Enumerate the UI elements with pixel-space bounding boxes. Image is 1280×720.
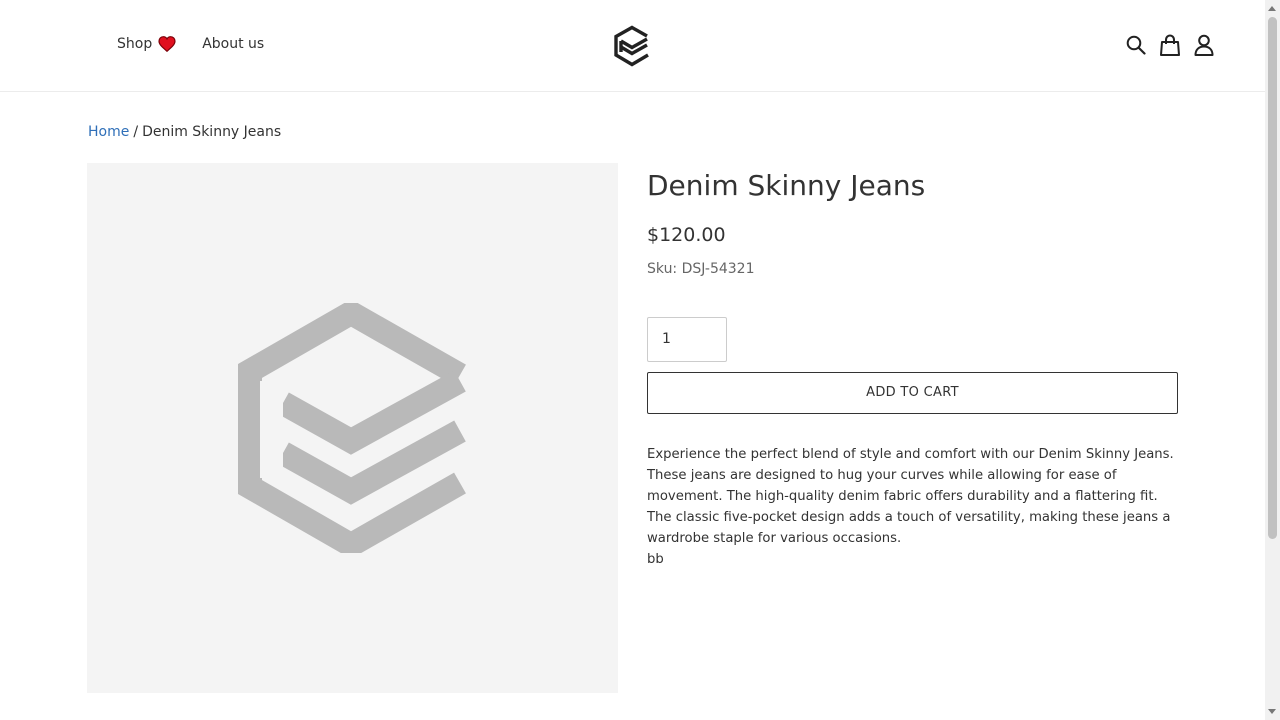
site-header: Shop About us — [0, 0, 1265, 92]
nav-about-link[interactable]: About us — [202, 36, 264, 52]
scrollbar-thumb[interactable] — [1268, 17, 1277, 539]
breadcrumb-separator: / — [133, 124, 139, 140]
header-actions — [1113, 33, 1215, 57]
product-price: $120.00 — [647, 223, 726, 246]
user-icon[interactable] — [1193, 33, 1215, 57]
nav-shop-link[interactable]: Shop — [117, 36, 176, 52]
heart-icon — [158, 36, 176, 52]
nav-shop-label: Shop — [117, 36, 153, 52]
placeholder-logo-icon — [238, 303, 466, 553]
nav-about-label: About us — [202, 36, 265, 52]
quantity-input[interactable] — [647, 316, 727, 362]
product-info: Denim Skinny Jeans $120.00 Sku: DSJ-5432… — [647, 163, 1178, 570]
breadcrumb: Home / Denim Skinny Jeans — [88, 124, 281, 140]
scroll-down-arrow-icon[interactable] — [1268, 709, 1276, 714]
product-description-extra: bb — [647, 551, 664, 567]
search-icon[interactable] — [1125, 33, 1147, 57]
product-image[interactable] — [87, 163, 618, 693]
add-to-cart-button[interactable]: ADD TO CART — [647, 371, 1178, 414]
shopping-bag-icon[interactable] — [1159, 33, 1181, 57]
product-sku: Sku: DSJ-54321 — [647, 260, 755, 277]
scroll-up-arrow-icon[interactable] — [1268, 6, 1276, 11]
site-logo[interactable] — [613, 25, 651, 67]
product-page: Shop About us Home / Denim Skinny Jeans … — [0, 0, 1265, 720]
product-title: Denim Skinny Jeans — [647, 169, 926, 202]
breadcrumb-home-link[interactable]: Home — [88, 124, 129, 140]
page-scrollbar[interactable] — [1265, 0, 1280, 720]
breadcrumb-current: Denim Skinny Jeans — [142, 124, 282, 140]
main-nav: Shop About us — [117, 36, 264, 52]
product-description: Experience the perfect blend of style an… — [647, 446, 1174, 546]
